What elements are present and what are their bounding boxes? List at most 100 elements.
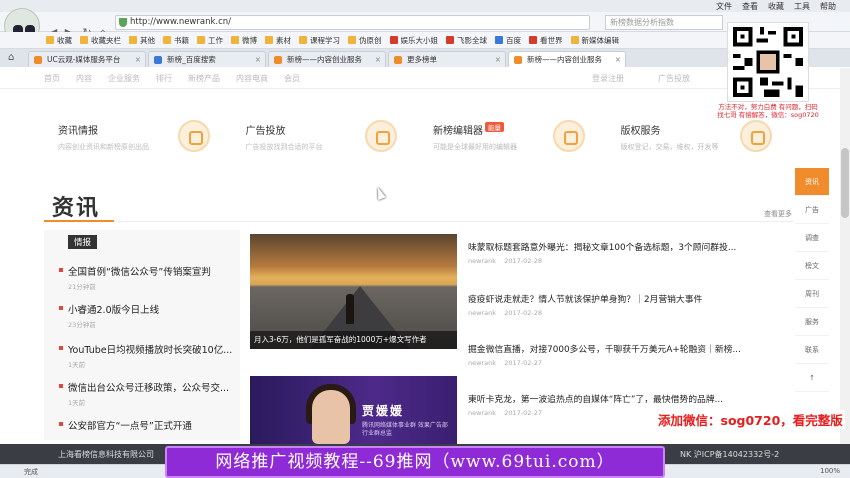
article-item[interactable]: 味蒙取标题套路意外曝光：揭秘文章100个备选标题，3个顾问群投... newra…	[468, 240, 793, 265]
close-icon[interactable]: ×	[375, 52, 381, 67]
tab-newrank-1[interactable]: 新榜——内容创业服务 ×	[268, 51, 386, 67]
tab-strip: UC云观-媒体服务平台 × 新榜_百度搜索 × 新榜——内容创业服务 × 更多榜单 × …	[0, 49, 850, 67]
folder-icon	[80, 36, 88, 44]
qr-caption: 方法不对，努力白费 有问题，扫码找七哥 有偿解答，微信：sog0720	[717, 103, 819, 119]
bookmark-item[interactable]: 工作	[197, 35, 223, 46]
close-icon[interactable]: ×	[615, 52, 621, 67]
sidebar-item-weekly[interactable]: 周刊	[795, 280, 829, 308]
feature-image-road[interactable]: 月入3-6万，他们是孤军奋战的1000万+爆文写作者	[250, 234, 457, 349]
close-icon[interactable]: ×	[495, 52, 501, 67]
card-editor[interactable]: 新榜编辑器 能量 可能是全球最好用的编辑器	[419, 110, 607, 162]
menu-help[interactable]: 帮助	[820, 1, 836, 12]
service-cards: 资讯情报 内容创业资讯和新榜原创出品 广告投放 广告投放找到合适的平台 新榜编辑…	[44, 110, 794, 162]
nav-item[interactable]: 新榜产品	[188, 73, 220, 84]
status-text: 完成	[24, 468, 38, 476]
nav-item[interactable]: 企业服务	[108, 73, 140, 84]
bookmark-item[interactable]: 飞影全球	[446, 35, 487, 46]
quick-sidebar: 资讯 广告 调查 榜文 周刊 服务 联系 ↑	[795, 168, 829, 408]
folder-icon	[231, 36, 239, 44]
sidebar-item-contact[interactable]: 联系	[795, 336, 829, 364]
folder-icon	[129, 36, 137, 44]
bookmark-item[interactable]: 其他	[129, 35, 155, 46]
sidebar-item-ads[interactable]: 广告	[795, 196, 829, 224]
nav-item[interactable]: 首页	[44, 73, 60, 84]
tab-newrank-active[interactable]: 新榜——内容创业服务 ×	[508, 51, 626, 67]
feature-caption: 月入3-6万，他们是孤军奋战的1000万+爆文写作者	[250, 331, 457, 349]
profile-name: 贾媛媛	[362, 404, 405, 418]
close-icon[interactable]: ×	[135, 52, 141, 67]
back-to-top-icon[interactable]: ↑	[795, 364, 829, 392]
bookmark-item[interactable]: 新媒体编辑	[570, 35, 619, 46]
bookmarks-bar: 收藏 收藏夹栏 其他 书籍 工作 微博 素材 课程学习 伪原创 娱乐大小姐 飞影…	[0, 32, 850, 49]
article-item[interactable]: 疫疫虾说走就走？情人节就该保护单身狗？｜2月营销大事件 newrank 2017…	[468, 292, 793, 317]
profile-subtitle: 腾讯网络媒体事业群 效果广告部行业群总监	[362, 422, 448, 437]
scrollbar[interactable]	[840, 68, 850, 448]
nav-item[interactable]: 排行	[156, 73, 172, 84]
favicon-icon	[394, 56, 402, 64]
section-underline	[44, 220, 114, 222]
url-text: http://www.newrank.cn/	[130, 17, 232, 27]
list-item[interactable]: 小睿通2.0版今日上线 23分钟前	[58, 302, 238, 329]
tab-baidu-search[interactable]: 新榜_百度搜索 ×	[148, 51, 266, 67]
bookmark-item[interactable]: 伪原创	[348, 35, 382, 46]
nav-item[interactable]: 会员	[284, 73, 300, 84]
watermark-banner: 网络推广视频教程--69推网（www.69tui.com）	[165, 446, 665, 478]
favicon-icon	[514, 56, 522, 64]
list-item[interactable]: 微信出台公众号迁移政策，公众号交... 1天前	[58, 380, 238, 407]
bookmark-item[interactable]: 素材	[265, 35, 291, 46]
toutiao-icon	[446, 36, 454, 44]
sidebar-item-service[interactable]: 服务	[795, 308, 829, 336]
favicon-icon	[154, 56, 162, 64]
bookmark-item[interactable]: 看世界	[529, 35, 563, 46]
toutiao-icon	[389, 36, 398, 44]
sidebar-item-articles[interactable]: 榜文	[795, 252, 829, 280]
favicon-icon	[34, 56, 42, 64]
menu-view[interactable]: 查看	[742, 1, 758, 12]
close-icon[interactable]: ×	[255, 52, 261, 67]
list-item[interactable]: YouTube日均视频播放时长突破10亿... 1天前	[58, 342, 238, 369]
bookmark-item[interactable]: 收藏夹栏	[80, 35, 121, 46]
folder-icon	[348, 36, 356, 44]
card-tag: 能量	[485, 122, 504, 132]
card-news[interactable]: 资讯情报 内容创业资讯和新榜原创出品	[44, 110, 232, 162]
bookmark-item[interactable]: 百度	[495, 35, 521, 46]
bookmark-item[interactable]: 书籍	[163, 35, 189, 46]
briefs-panel: 情报 全国首例“微信公众号”传销案宣判 21分钟前 小睿通2.0版今日上线 23分钟…	[44, 230, 240, 440]
article-item[interactable]: 掘金微信直播，对接7000多公号，千聊获千万美元A+轮融资｜新榜... newr…	[468, 342, 793, 367]
nav-item[interactable]: 内容	[76, 73, 92, 84]
card-ads[interactable]: 广告投放 广告投放找到合适的平台	[232, 110, 420, 162]
sidebar-item-survey[interactable]: 调查	[795, 224, 829, 252]
tab-more-rankings[interactable]: 更多榜单 ×	[388, 51, 506, 67]
menu-tools[interactable]: 工具	[794, 1, 810, 12]
feature-image-profile[interactable]: 贾媛媛 腾讯网络媒体事业群 效果广告部行业群总监	[250, 376, 457, 444]
zoom-level[interactable]: 100%	[820, 467, 840, 475]
bookmark-item[interactable]: 娱乐大小姐	[389, 35, 438, 46]
menu-favorites[interactable]: 收藏	[768, 1, 784, 12]
favicon-icon	[274, 56, 282, 64]
baidu-icon	[495, 36, 503, 44]
mouse-cursor-icon	[374, 185, 386, 201]
list-item[interactable]: 全国首例“微信公众号”传销案宣判 21分钟前	[58, 264, 238, 291]
nav-ads[interactable]: 广告投放	[658, 73, 690, 84]
bookmark-item[interactable]: 收藏	[46, 35, 72, 46]
scrollbar-thumb[interactable]	[841, 148, 849, 218]
list-item[interactable]: 公安部官方“一点号”正式开通	[58, 418, 238, 432]
bookmark-item[interactable]: 微博	[231, 35, 257, 46]
intel-badge: 情报	[68, 235, 98, 249]
security-shield-icon	[119, 18, 127, 27]
nav-item[interactable]: 内容电商	[236, 73, 268, 84]
browser-search-input[interactable]: 新榜数据分析指数	[605, 15, 723, 30]
home-tab-icon[interactable]: ⌂	[8, 52, 14, 63]
star-icon	[46, 36, 54, 44]
address-bar[interactable]: http://www.newrank.cn/	[115, 15, 590, 30]
tab-uc[interactable]: UC云观-媒体服务平台 ×	[28, 51, 146, 67]
bookmark-item[interactable]: 课程学习	[299, 35, 340, 46]
menu-bar: 文件 查看 收藏 工具 帮助	[716, 1, 836, 12]
news-icon	[177, 120, 210, 152]
sidebar-item-news[interactable]: 资讯	[795, 168, 829, 196]
nav-login[interactable]: 登录注册	[592, 73, 624, 84]
menu-file[interactable]: 文件	[716, 1, 732, 12]
divider	[114, 221, 794, 222]
section-title: 资讯	[52, 196, 101, 221]
watermark-red-text: 添加微信：sog0720，看完整版	[656, 410, 845, 429]
